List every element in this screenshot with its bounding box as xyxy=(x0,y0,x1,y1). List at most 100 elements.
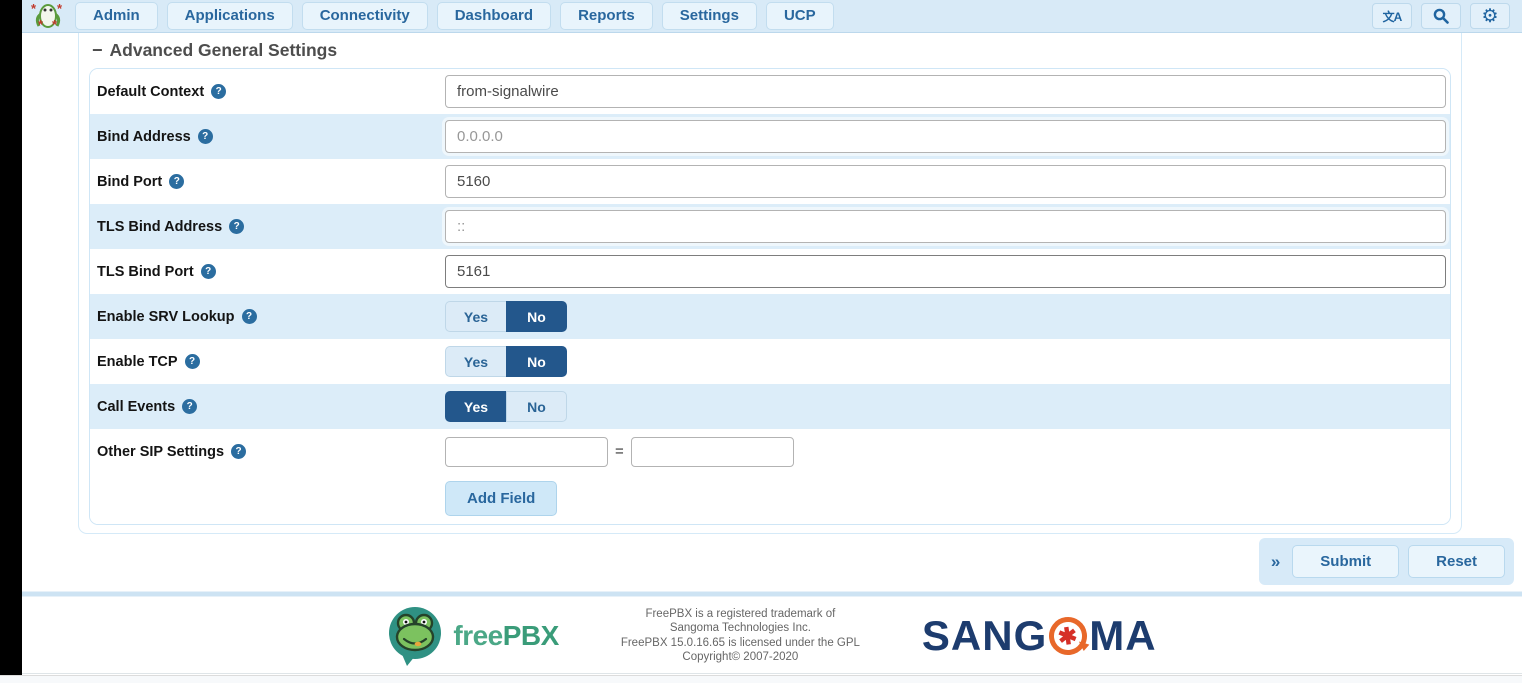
page: * * * * Admin Applications Connectivity … xyxy=(22,0,1522,675)
help-icon[interactable]: ? xyxy=(242,309,257,324)
row-tls-bind-port: TLS Bind Port ? xyxy=(90,249,1450,294)
field-label-text: Call Events xyxy=(97,399,175,415)
help-icon[interactable]: ? xyxy=(185,354,200,369)
freepbx-wordmark: freePBX xyxy=(453,620,558,652)
help-icon[interactable]: ? xyxy=(229,219,244,234)
translate-glyph: 文A xyxy=(1383,8,1402,25)
field-label: Call Events ? xyxy=(97,399,445,415)
sangoma-word-left: SANG xyxy=(922,612,1047,660)
field-label-text: TLS Bind Port xyxy=(97,264,194,280)
help-icon[interactable]: ? xyxy=(211,84,226,99)
field-label-text: Bind Port xyxy=(97,174,162,190)
navbar-right-icons: 文A ⚙ xyxy=(1372,3,1514,29)
sangoma-o-icon: ✱ xyxy=(1047,614,1090,657)
help-icon[interactable]: ? xyxy=(198,129,213,144)
freepbx-frog-icon[interactable]: * * * * xyxy=(30,2,66,30)
section-header[interactable]: − Advanced General Settings xyxy=(79,33,1461,64)
sangoma-word-right: MA xyxy=(1089,612,1156,660)
field-label: Default Context ? xyxy=(97,84,445,100)
bind-address-input[interactable] xyxy=(445,120,1446,153)
help-icon[interactable]: ? xyxy=(182,399,197,414)
no-button[interactable]: No xyxy=(506,391,567,422)
call-events-toggle: Yes No xyxy=(445,391,567,422)
advanced-general-settings-panel: − Advanced General Settings Default Cont… xyxy=(78,33,1462,534)
collapse-icon[interactable]: − xyxy=(92,41,103,59)
yes-button[interactable]: Yes xyxy=(445,391,506,422)
nav-tab-settings[interactable]: Settings xyxy=(662,2,757,30)
row-add-field: Add Field xyxy=(90,474,1450,524)
help-icon[interactable]: ? xyxy=(201,264,216,279)
top-navbar: * * * * Admin Applications Connectivity … xyxy=(22,0,1522,33)
field-label: Enable SRV Lookup ? xyxy=(97,309,445,325)
footer-legal-text: FreePBX is a registered trademark of San… xyxy=(621,607,860,665)
svg-text:*: * xyxy=(57,2,63,16)
row-default-context: Default Context ? xyxy=(90,69,1450,114)
legal-line: Copyright© 2007-2020 xyxy=(621,650,860,665)
freepbx-word-free: free xyxy=(453,620,502,651)
freepbx-frog-bubble-icon xyxy=(387,606,445,666)
field-label-text: Default Context xyxy=(97,84,204,100)
footer-divider xyxy=(22,591,1522,597)
field-label-text: Enable SRV Lookup xyxy=(97,309,235,325)
field-label-text: Enable TCP xyxy=(97,354,178,370)
row-enable-tcp: Enable TCP ? Yes No xyxy=(90,339,1450,384)
row-tls-bind-address: TLS Bind Address ? xyxy=(90,204,1450,249)
nav-tab-admin[interactable]: Admin xyxy=(75,2,158,30)
sangoma-star-glyph: ✱ xyxy=(1057,623,1080,649)
help-icon[interactable]: ? xyxy=(231,444,246,459)
enable-tcp-toggle: Yes No xyxy=(445,346,567,377)
field-label: Bind Address ? xyxy=(97,129,445,145)
nav-tab-reports[interactable]: Reports xyxy=(560,2,653,30)
svg-text:*: * xyxy=(31,2,37,16)
row-enable-srv-lookup: Enable SRV Lookup ? Yes No xyxy=(90,294,1450,339)
bottom-strip xyxy=(0,675,1522,683)
nav-tab-dashboard[interactable]: Dashboard xyxy=(437,2,551,30)
chevrons-icon[interactable]: » xyxy=(1268,552,1283,572)
add-field-button[interactable]: Add Field xyxy=(445,481,557,516)
gear-glyph: ⚙ xyxy=(1481,7,1498,26)
freepbx-logo: freePBX xyxy=(387,606,558,666)
legal-line: FreePBX is a registered trademark of xyxy=(621,607,860,622)
section-title: Advanced General Settings xyxy=(110,40,338,61)
field-label-text: TLS Bind Address xyxy=(97,219,222,235)
footer: freePBX FreePBX is a registered trademar… xyxy=(22,598,1522,674)
yes-button[interactable]: Yes xyxy=(445,346,506,377)
nav-tab-ucp[interactable]: UCP xyxy=(766,2,834,30)
legal-line: FreePBX 15.0.16.65 is licensed under the… xyxy=(621,636,860,651)
form-action-bar: » Submit Reset xyxy=(1259,538,1514,585)
tls-bind-port-input[interactable] xyxy=(445,255,1446,288)
yes-button[interactable]: Yes xyxy=(445,301,506,332)
sip-setting-key-input[interactable] xyxy=(445,437,608,467)
row-bind-port: Bind Port ? xyxy=(90,159,1450,204)
nav-tab-applications[interactable]: Applications xyxy=(167,2,293,30)
enable-srv-lookup-toggle: Yes No xyxy=(445,301,567,332)
submit-button[interactable]: Submit xyxy=(1292,545,1399,578)
sangoma-logo: SANG ✱ MA xyxy=(922,612,1157,660)
row-call-events: Call Events ? Yes No xyxy=(90,384,1450,429)
no-button[interactable]: No xyxy=(506,301,567,332)
nav-tab-connectivity[interactable]: Connectivity xyxy=(302,2,428,30)
tls-bind-address-input[interactable] xyxy=(445,210,1446,243)
row-bind-address: Bind Address ? xyxy=(90,114,1450,159)
field-label: TLS Bind Address ? xyxy=(97,219,445,235)
field-label-text: Other SIP Settings xyxy=(97,444,224,460)
bind-port-input[interactable] xyxy=(445,165,1446,198)
field-label: Bind Port ? xyxy=(97,174,445,190)
default-context-input[interactable] xyxy=(445,75,1446,108)
reset-button[interactable]: Reset xyxy=(1408,545,1505,578)
no-button[interactable]: No xyxy=(506,346,567,377)
field-label: Enable TCP ? xyxy=(97,354,445,370)
search-icon[interactable] xyxy=(1421,3,1461,29)
equals-sign: = xyxy=(615,443,624,460)
legal-line: Sangoma Technologies Inc. xyxy=(621,621,860,636)
field-label-text: Bind Address xyxy=(97,129,191,145)
freepbx-word-pbx: PBX xyxy=(503,620,559,651)
sip-setting-value-input[interactable] xyxy=(631,437,794,467)
gear-icon[interactable]: ⚙ xyxy=(1470,3,1510,29)
field-label: Other SIP Settings ? xyxy=(97,444,445,460)
settings-fieldset: Default Context ? Bind Address ? Bind Po… xyxy=(89,68,1451,525)
translate-icon[interactable]: 文A xyxy=(1372,3,1412,29)
help-icon[interactable]: ? xyxy=(169,174,184,189)
row-other-sip-settings: Other SIP Settings ? = xyxy=(90,429,1450,474)
field-label: TLS Bind Port ? xyxy=(97,264,445,280)
